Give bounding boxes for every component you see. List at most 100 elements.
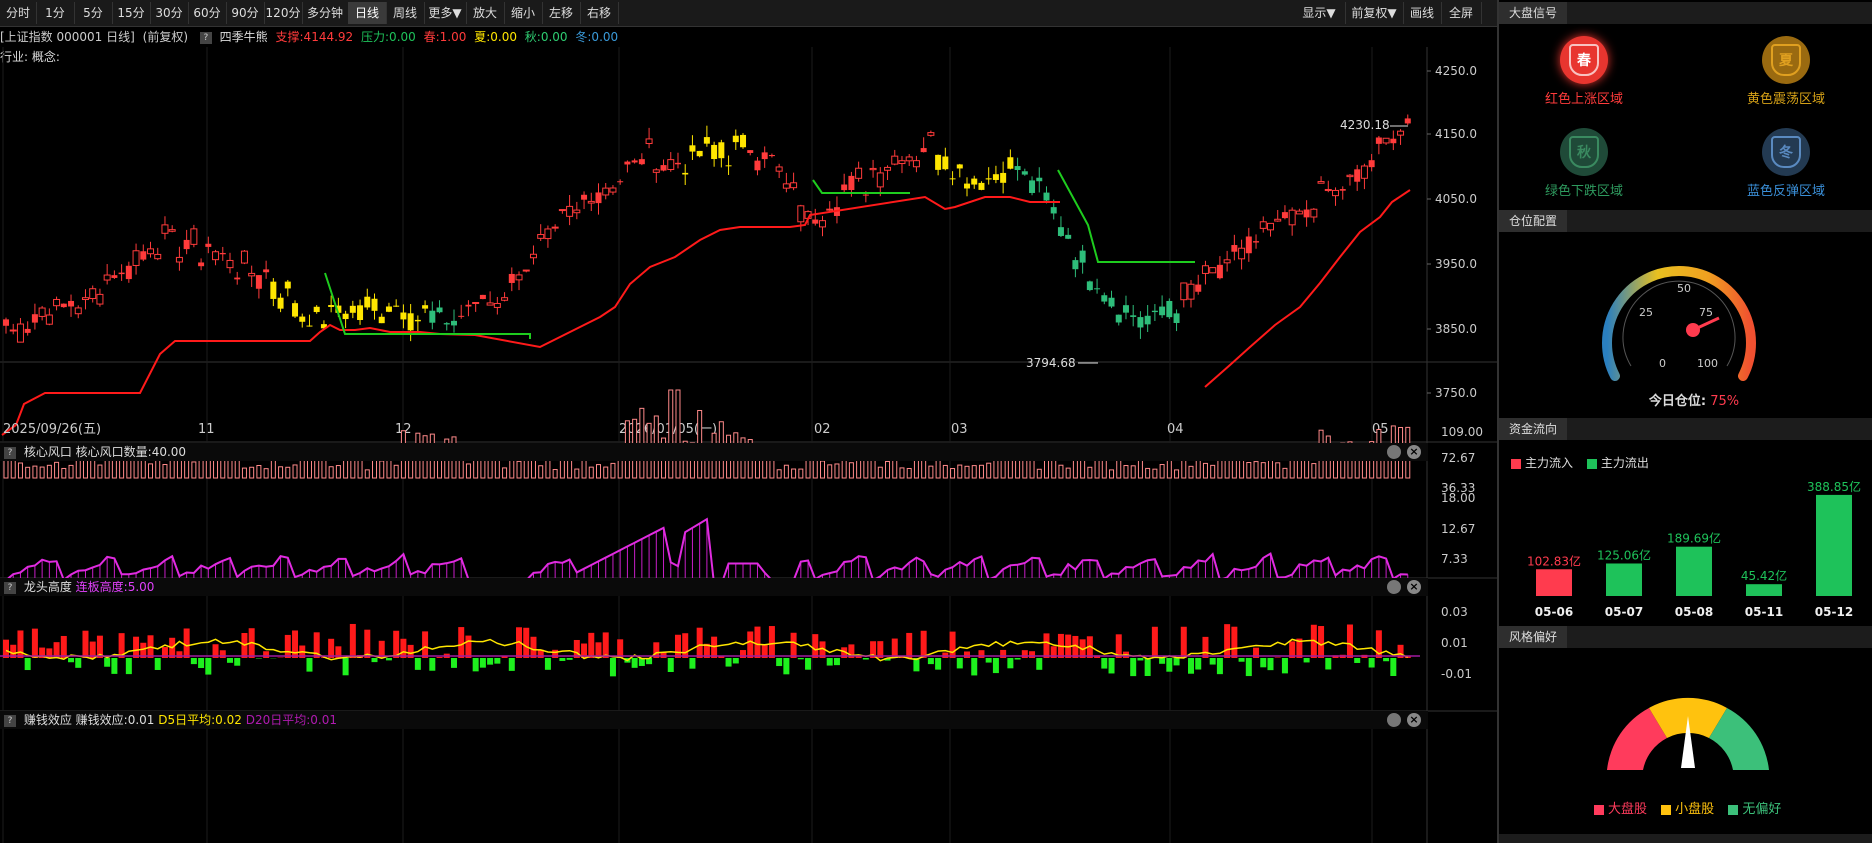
price-axis-label: 3750.0 xyxy=(1435,386,1477,400)
flow-section-header: 资金流向 xyxy=(1499,418,1872,440)
candle-body xyxy=(60,303,67,308)
core-vent-bar xyxy=(776,469,782,479)
candle-body xyxy=(747,150,754,153)
help-icon[interactable]: ? xyxy=(4,446,16,459)
candle-body xyxy=(205,243,212,247)
candle-body xyxy=(393,305,400,307)
candle-body xyxy=(1238,247,1246,260)
core-vent-bar xyxy=(1311,463,1317,479)
money-effect-bar xyxy=(487,658,494,665)
period-button-4[interactable]: 30分 xyxy=(150,2,189,24)
period-button-11[interactable]: 更多▼ xyxy=(424,2,467,24)
period-button-2[interactable]: 5分 xyxy=(74,2,113,24)
flow-category-label: 05-11 xyxy=(1745,605,1783,619)
candle-body xyxy=(342,313,349,320)
flow-title: 资金流向 xyxy=(1499,418,1568,440)
period-button-3[interactable]: 15分 xyxy=(112,2,151,24)
core-vent-bar xyxy=(1282,467,1288,479)
style-legend-none: 无偏好 xyxy=(1742,802,1782,817)
money-effect-bar xyxy=(31,628,38,658)
core-vent-bar xyxy=(596,464,602,479)
date-axis-label: 03 xyxy=(951,422,968,437)
period-button-5[interactable]: 60分 xyxy=(188,2,227,24)
core-vent-bar xyxy=(379,460,385,479)
money-effect-bar xyxy=(75,658,82,668)
toolbar-right-button-2[interactable]: 画线 xyxy=(1403,2,1442,24)
candle-body xyxy=(537,234,545,239)
candle-body xyxy=(1021,171,1028,175)
core-vent-bar xyxy=(364,469,370,479)
season-winter[interactable]: 冬 蓝色反弹区域 xyxy=(1721,128,1851,199)
candle-body xyxy=(674,162,681,165)
candle-body xyxy=(920,148,927,153)
money-effect-bar xyxy=(1202,636,1209,658)
season-autumn[interactable]: 秋 绿色下跌区域 xyxy=(1519,128,1649,199)
period-button-8[interactable]: 多分钟 xyxy=(302,2,349,24)
small-swatch xyxy=(1661,804,1672,815)
core-vent-bar xyxy=(1109,469,1115,479)
period-button-10[interactable]: 周线 xyxy=(386,2,425,24)
core-vent-bar xyxy=(899,467,905,479)
core-vent-bar xyxy=(1058,464,1064,479)
money-effect-bar xyxy=(494,658,501,664)
period-button-15[interactable]: 右移 xyxy=(580,2,619,24)
period-button-7[interactable]: 120分 xyxy=(264,2,303,24)
candle-body xyxy=(1209,267,1217,274)
help-icon[interactable]: ? xyxy=(4,581,16,594)
money-effect-bar xyxy=(906,632,913,658)
core-vent-bar xyxy=(885,461,891,479)
gear-icon[interactable] xyxy=(1387,445,1401,459)
money-effect-bar xyxy=(631,658,638,668)
money-effect-bar xyxy=(1144,658,1151,677)
money-effect-bar xyxy=(429,658,436,671)
help-icon[interactable]: ? xyxy=(4,714,16,727)
inflow-label: 主力流入 xyxy=(1525,456,1574,470)
candle-body xyxy=(884,166,892,171)
candle-body xyxy=(949,178,956,180)
panel2-title: 龙头高度 xyxy=(23,580,72,594)
money-effect-bar xyxy=(588,632,595,658)
money-effect-bar xyxy=(725,658,732,667)
gear-icon[interactable] xyxy=(1387,713,1401,727)
season-summer[interactable]: 夏 黄色震荡区域 xyxy=(1721,36,1851,107)
gauge-label-100: 100 xyxy=(1697,357,1718,370)
candle-body xyxy=(486,302,494,306)
close-icon[interactable]: × xyxy=(1407,713,1421,727)
candle-body xyxy=(501,297,509,301)
money-effect-bar xyxy=(544,658,551,670)
gear-icon[interactable] xyxy=(1387,580,1401,594)
candle-body xyxy=(1253,241,1260,243)
core-vent-bar xyxy=(1231,458,1237,479)
money-effect-bar xyxy=(1173,658,1180,666)
toolbar-right-button-3[interactable]: 全屏 xyxy=(1441,2,1482,24)
money-effect-bar xyxy=(1029,651,1036,658)
season-spring[interactable]: 春 红色上涨区域 xyxy=(1519,36,1649,107)
help-icon[interactable]: ? xyxy=(199,31,212,44)
core-vent-bar xyxy=(25,466,31,479)
money-effect-bar xyxy=(190,658,197,665)
core-vent-bar xyxy=(538,465,544,479)
period-button-13[interactable]: 缩小 xyxy=(504,2,543,24)
close-icon[interactable]: × xyxy=(1407,580,1421,594)
money-effect-bar xyxy=(1166,658,1173,672)
period-button-6[interactable]: 90分 xyxy=(226,2,265,24)
toolbar-right-button-1[interactable]: 前复权▼ xyxy=(1345,2,1404,24)
candle-body xyxy=(1144,315,1151,325)
period-button-12[interactable]: 放大 xyxy=(466,2,505,24)
candle-body xyxy=(255,275,262,289)
flow-value-label: 125.06亿 xyxy=(1597,547,1651,562)
toolbar-right-button-0[interactable]: 显示▼ xyxy=(1293,2,1346,24)
winter-value: 冬:0.00 xyxy=(575,30,619,44)
period-button-0[interactable]: 分时 xyxy=(0,2,37,24)
candle-body xyxy=(313,306,320,313)
close-icon[interactable]: × xyxy=(1407,445,1421,459)
period-button-1[interactable]: 1分 xyxy=(36,2,75,24)
money-effect-bar xyxy=(920,630,927,658)
core-vent-bar xyxy=(473,458,479,479)
period-button-9[interactable]: 日线 xyxy=(348,2,387,24)
money-effect-bar xyxy=(371,658,378,663)
candle-body xyxy=(458,315,465,317)
period-button-14[interactable]: 左移 xyxy=(542,2,581,24)
date-axis-label: 02 xyxy=(814,422,831,437)
flow-value-label: 45.42亿 xyxy=(1741,568,1787,583)
